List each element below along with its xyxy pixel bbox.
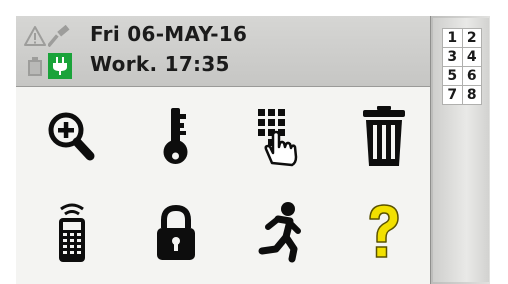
zone-sidebar-panel: 1 2 3 4 5 6 7 8 <box>433 18 489 282</box>
exit-button[interactable] <box>228 190 332 274</box>
zone-8[interactable]: 8 <box>461 85 482 105</box>
zone-5[interactable]: 5 <box>442 66 463 86</box>
battery-icon <box>24 55 46 77</box>
zone-number-grid: 1 2 3 4 5 6 7 8 <box>442 28 482 105</box>
key-icon <box>163 108 188 164</box>
work-status-display: Work. 17:35 <box>90 52 230 76</box>
padlock-icon <box>157 204 195 260</box>
delete-button[interactable] <box>332 94 436 178</box>
zone-sidebar: 1 2 3 4 5 6 7 8 <box>430 16 490 284</box>
help-button[interactable] <box>332 190 436 274</box>
lock-button[interactable] <box>124 190 228 274</box>
date-display: Fri 06-MAY-16 <box>90 22 248 46</box>
key-button[interactable] <box>124 94 228 178</box>
running-man-icon <box>258 202 301 263</box>
zone-2[interactable]: 2 <box>461 28 482 48</box>
zone-6[interactable]: 6 <box>461 66 482 86</box>
warning-icon <box>24 25 46 47</box>
main-menu-grid <box>16 88 432 284</box>
remote-control-icon <box>59 203 85 262</box>
zone-1[interactable]: 1 <box>442 28 463 48</box>
keypad-touch-icon <box>258 109 298 167</box>
zoom-in-icon <box>48 112 95 161</box>
zone-4[interactable]: 4 <box>461 47 482 67</box>
help-question-icon <box>369 204 399 258</box>
keypad-button[interactable] <box>228 94 332 178</box>
zone-3[interactable]: 3 <box>442 47 463 67</box>
status-header: Fri 06-MAY-16 Work. 17:35 <box>16 16 432 87</box>
hammer-icon <box>48 25 70 47</box>
remote-button[interactable] <box>20 190 124 274</box>
zoom-button[interactable] <box>20 94 124 178</box>
zone-7[interactable]: 7 <box>442 85 463 105</box>
trash-icon <box>363 106 405 166</box>
screen: Fri 06-MAY-16 Work. 17:35 1 2 3 4 5 6 7 … <box>16 16 490 284</box>
device-frame: Fri 06-MAY-16 Work. 17:35 1 2 3 4 5 6 7 … <box>0 0 508 284</box>
power-plug-icon <box>48 53 72 79</box>
